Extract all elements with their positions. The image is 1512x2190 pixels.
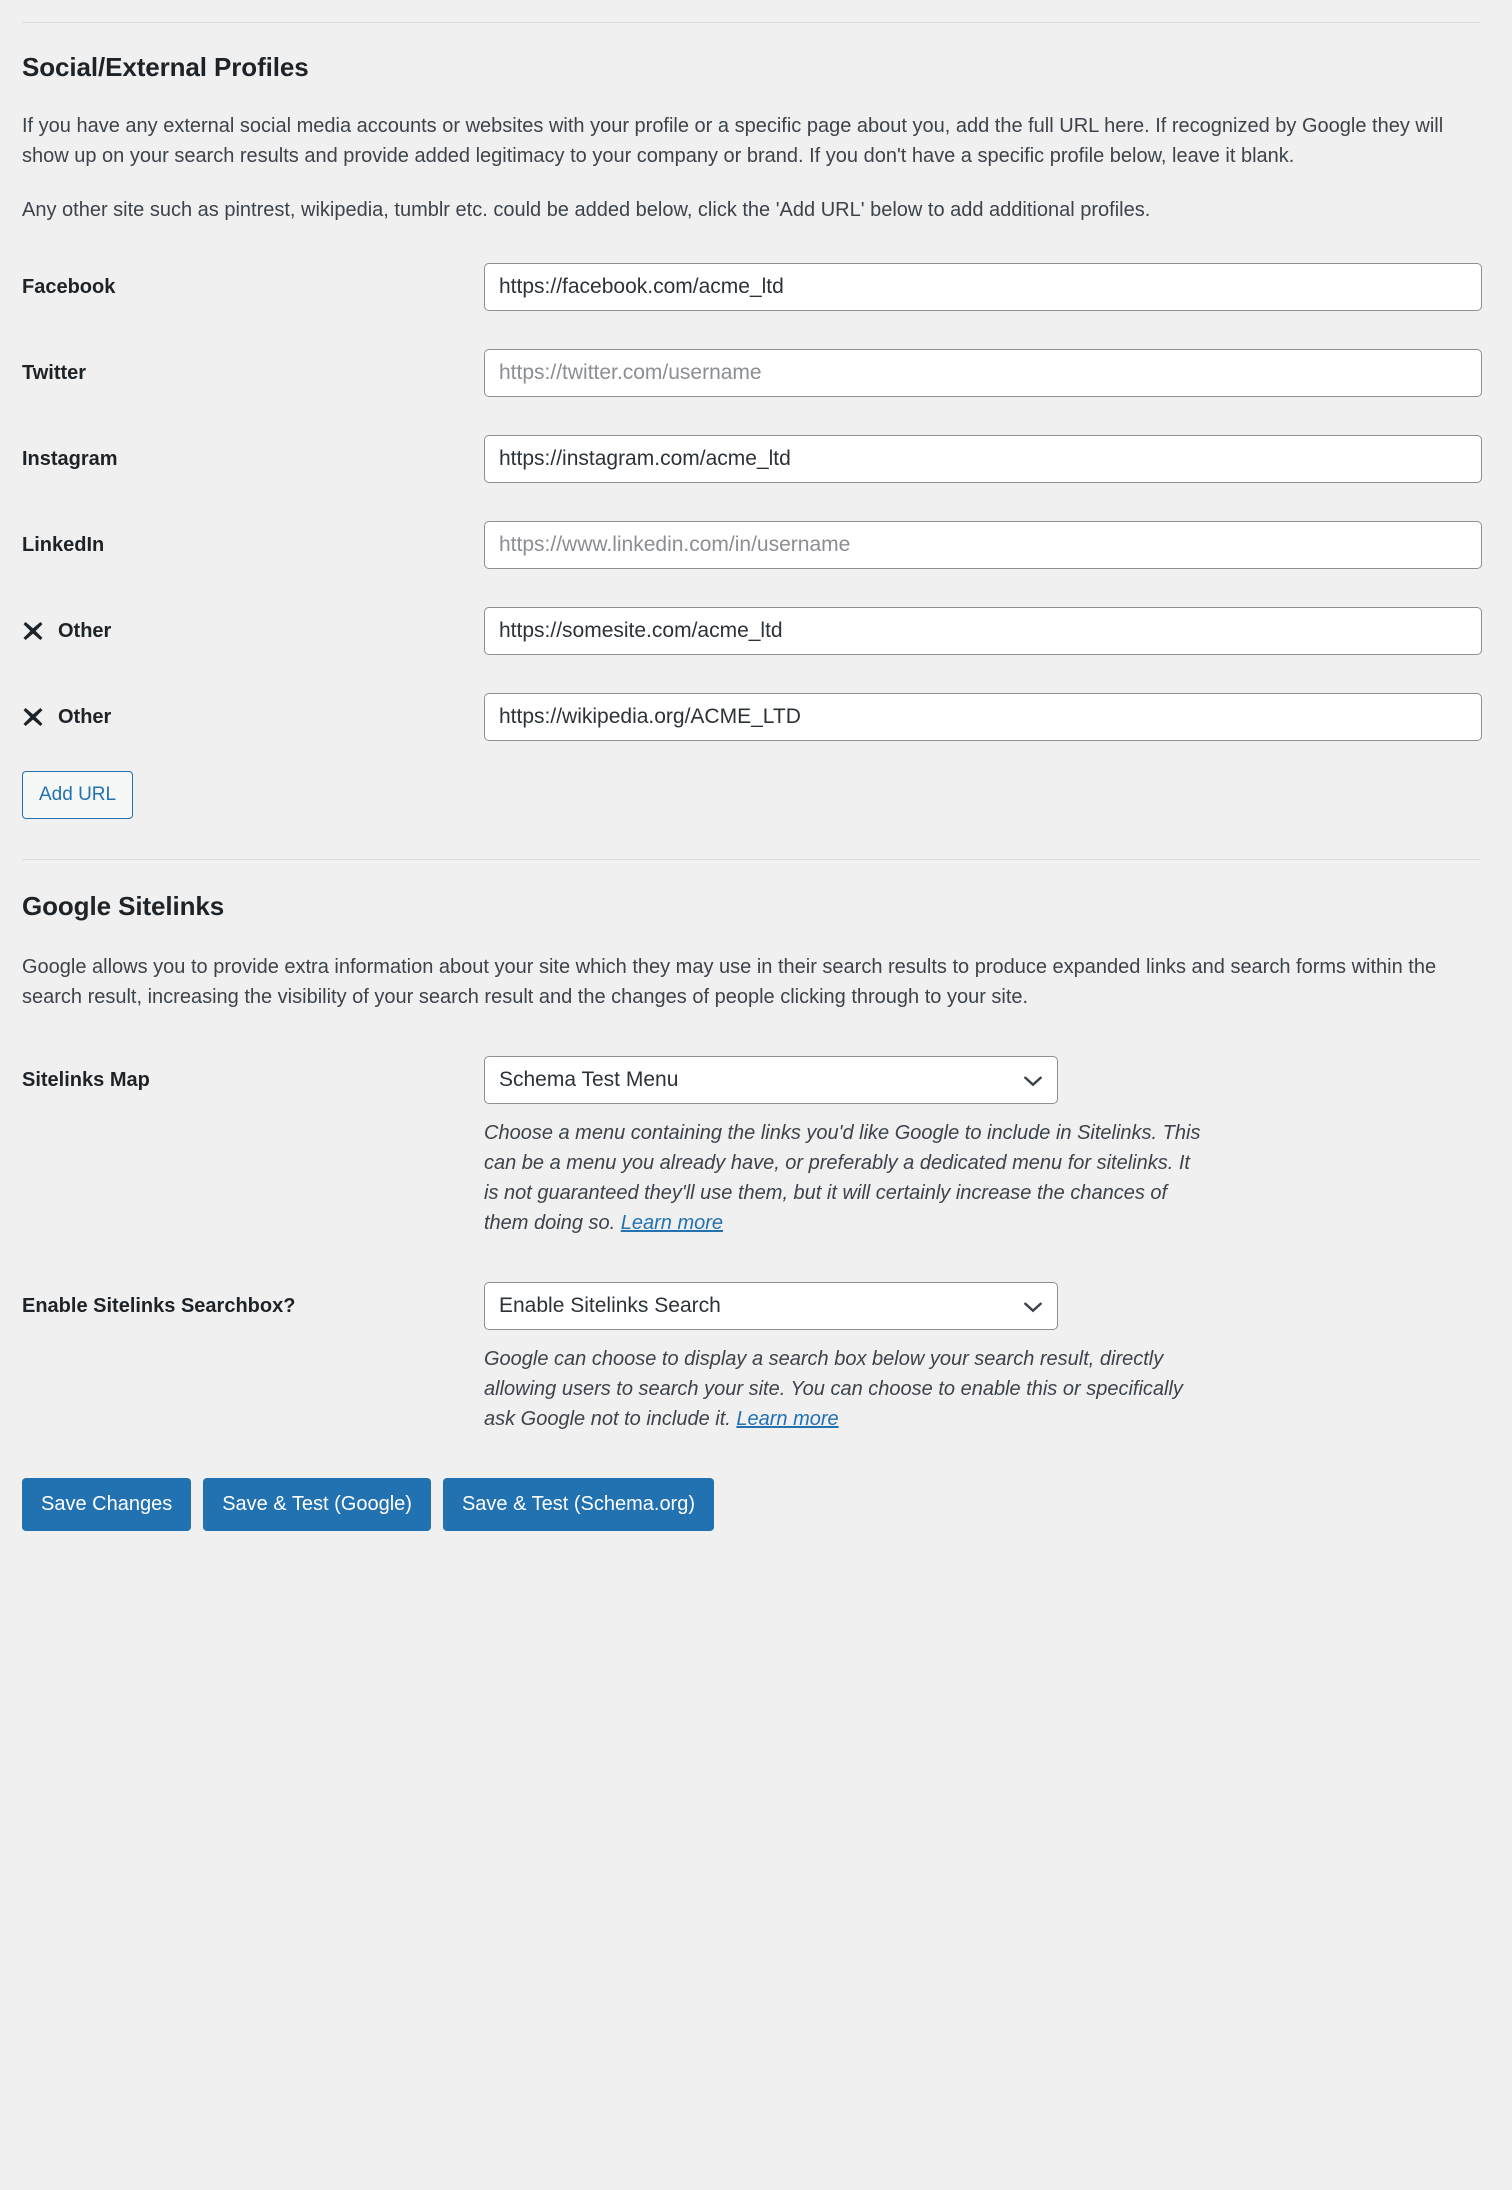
sitelinks-map-row: Sitelinks Map Schema Test Menu Choose a … [22,1055,1490,1238]
save-and-test-google-button[interactable]: Save & Test (Google) [203,1477,431,1531]
sitelinks-searchbox-learn-more-link[interactable]: Learn more [736,1408,838,1430]
profile-row-other-2: Other [22,692,1490,741]
profile-field-wrap-instagram [484,434,1490,483]
save-and-test-schema-button[interactable]: Save & Test (Schema.org) [442,1477,715,1531]
social-external-profiles-section: Social/External Profiles If you have any… [0,23,1512,859]
profile-label-twitter: Twitter [22,349,484,387]
profile-label-other-1: Other [22,607,484,645]
close-x-icon[interactable] [22,706,44,728]
sitelinks-searchbox-help: Google can choose to display a search bo… [484,1344,1204,1434]
sitelinks-section-title: Google Sitelinks [22,890,225,921]
sitelinks-map-learn-more-link[interactable]: Learn more [621,1212,723,1234]
sitelinks-searchbox-select-wrap: Enable Sitelinks Search [484,1281,1058,1330]
profile-field-wrap-other-2 [484,692,1490,741]
sitelinks-map-label-text: Sitelinks Map [22,1068,150,1091]
sitelinks-section-description: Google allows you to provide extra infor… [22,955,1437,1008]
social-section-description-1: If you have any external social media ac… [22,114,1444,167]
add-url-button[interactable]: Add URL [22,770,134,819]
social-section-description-2: Any other site such as pintrest, wikiped… [22,198,1151,221]
facebook-url-input[interactable] [484,262,1482,311]
profile-row-twitter: Twitter [22,348,1490,397]
profile-label-instagram: Instagram [22,435,484,473]
profile-label-text: Other [58,705,112,728]
sitelinks-searchbox-select[interactable]: Enable Sitelinks Search [484,1281,1058,1330]
sitelinks-searchbox-label: Enable Sitelinks Searchbox? [22,1282,484,1320]
sitelinks-map-help: Choose a menu containing the links you'd… [484,1118,1204,1238]
profile-row-instagram: Instagram [22,434,1490,483]
social-section-title: Social/External Profiles [22,52,309,82]
sitelinks-map-field-wrap: Schema Test Menu Choose a menu containin… [484,1055,1490,1238]
profile-row-linkedin: LinkedIn [22,520,1490,569]
form-actions-bar: Save Changes Save & Test (Google) Save &… [22,1477,1490,1531]
profile-label-text: Instagram [22,447,118,470]
twitter-url-input[interactable] [484,348,1482,397]
settings-page: Social/External Profiles If you have any… [0,0,1512,1591]
close-x-icon[interactable] [22,620,44,642]
profile-label-text: Facebook [22,275,116,298]
profile-row-facebook: Facebook [22,262,1490,311]
profile-label-linkedin: LinkedIn [22,521,484,559]
sitelinks-map-label: Sitelinks Map [22,1056,484,1094]
sitelinks-map-select[interactable]: Schema Test Menu [484,1055,1058,1104]
google-sitelinks-section: Google Sitelinks Google allows you to pr… [0,860,1512,1591]
instagram-url-input[interactable] [484,434,1482,483]
profile-field-wrap-twitter [484,348,1490,397]
save-changes-button[interactable]: Save Changes [22,1477,192,1531]
linkedin-url-input[interactable] [484,520,1482,569]
profile-field-wrap-other-1 [484,606,1490,655]
sitelinks-map-help-text: Choose a menu containing the links you'd… [484,1121,1201,1234]
profile-label-text: Other [58,619,112,642]
profile-label-facebook: Facebook [22,263,484,301]
sitelinks-searchbox-row: Enable Sitelinks Searchbox? Enable Sitel… [22,1281,1490,1434]
other-url-input-1[interactable] [484,606,1482,655]
sitelinks-searchbox-label-text: Enable Sitelinks Searchbox? [22,1294,296,1317]
profile-label-other-2: Other [22,693,484,731]
profile-row-other-1: Other [22,606,1490,655]
sitelinks-map-select-wrap: Schema Test Menu [484,1055,1058,1104]
profile-field-wrap-linkedin [484,520,1490,569]
other-url-input-2[interactable] [484,692,1482,741]
profile-label-text: Twitter [22,361,87,384]
sitelinks-searchbox-field-wrap: Enable Sitelinks Search Google can choos… [484,1281,1490,1434]
profile-label-text: LinkedIn [22,533,105,556]
profile-field-wrap-facebook [484,262,1490,311]
